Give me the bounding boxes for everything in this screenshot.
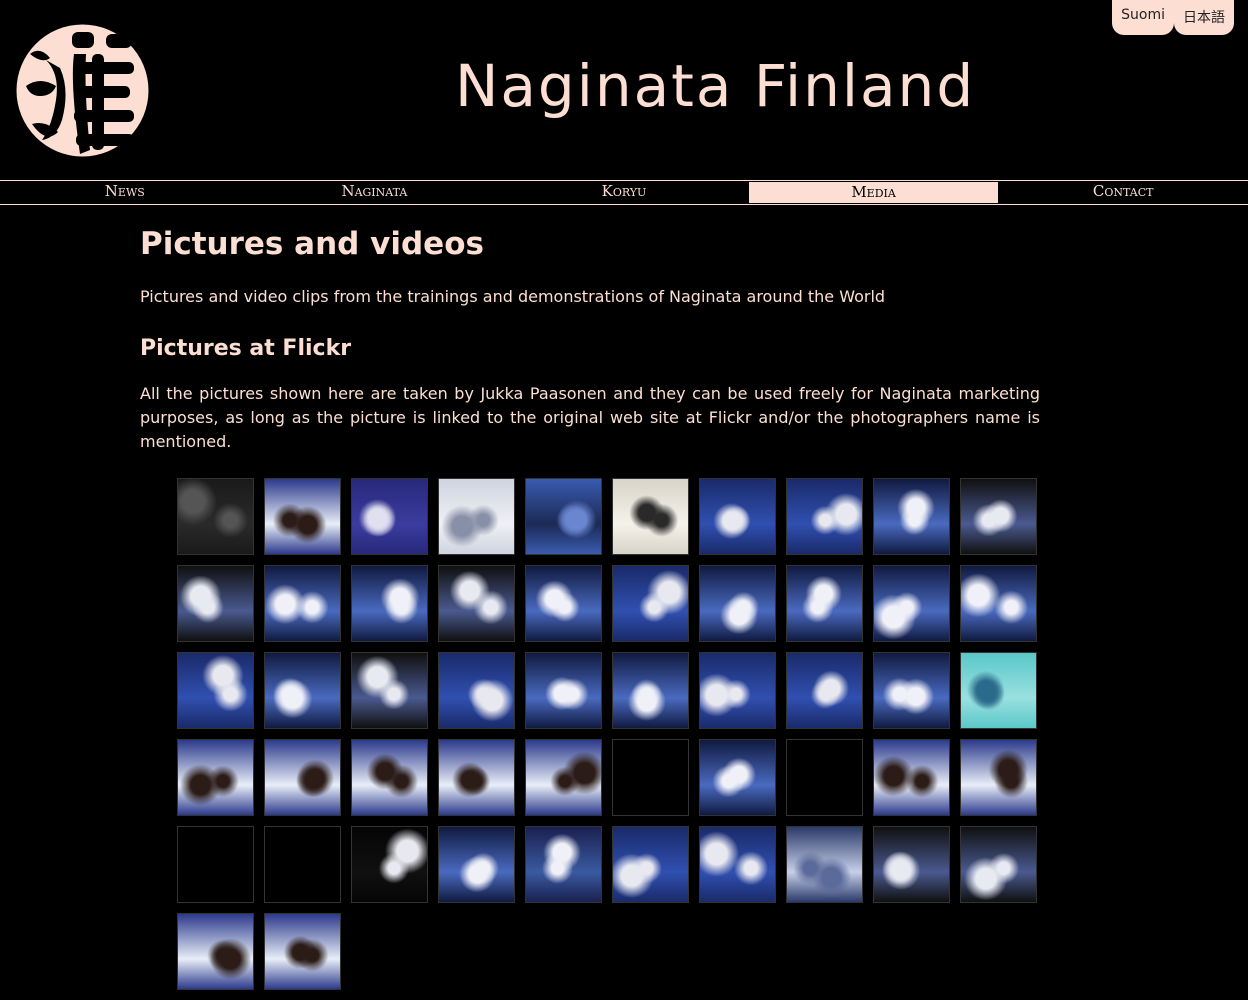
- gallery-thumbnail[interactable]: [264, 478, 341, 555]
- gallery-thumbnail[interactable]: [438, 478, 515, 555]
- gallery-thumbnail[interactable]: [612, 652, 689, 729]
- gallery-thumbnail[interactable]: [438, 739, 515, 816]
- gallery-thumbnail[interactable]: [699, 565, 776, 642]
- gallery-thumbnail[interactable]: [351, 565, 428, 642]
- gallery-thumbnail[interactable]: [177, 565, 254, 642]
- gallery-thumbnail[interactable]: [873, 565, 950, 642]
- gallery-thumbnail[interactable]: [525, 739, 602, 816]
- gallery-thumbnail[interactable]: [699, 478, 776, 555]
- site-logo[interactable]: [16, 24, 149, 157]
- gallery-thumbnail[interactable]: [177, 652, 254, 729]
- gallery-thumbnail[interactable]: [786, 652, 863, 729]
- gallery-thumbnail[interactable]: [699, 739, 776, 816]
- language-switcher: Suomi 日本語: [1112, 0, 1234, 35]
- gallery-thumbnail[interactable]: [960, 478, 1037, 555]
- gallery-thumbnail[interactable]: [786, 565, 863, 642]
- nav-news[interactable]: News: [0, 181, 250, 204]
- gallery-thumbnail[interactable]: [438, 826, 515, 903]
- gallery-thumbnail[interactable]: [960, 739, 1037, 816]
- gallery-thumbnail[interactable]: [873, 826, 950, 903]
- lang-finnish-link[interactable]: Suomi: [1112, 0, 1174, 35]
- main-navigation: News Naginata Koryu Media Contact: [0, 180, 1248, 205]
- gallery-thumbnail[interactable]: [264, 826, 341, 903]
- gallery-thumbnail[interactable]: [177, 478, 254, 555]
- gallery-thumbnail[interactable]: [873, 652, 950, 729]
- gallery-thumbnail[interactable]: [612, 478, 689, 555]
- gallery-thumbnail[interactable]: [873, 739, 950, 816]
- gallery-thumbnail[interactable]: [177, 826, 254, 903]
- gallery-thumbnail[interactable]: [786, 826, 863, 903]
- gallery-thumbnail[interactable]: [351, 826, 428, 903]
- nav-media[interactable]: Media: [748, 182, 999, 203]
- gallery-thumbnail[interactable]: [351, 739, 428, 816]
- gallery-thumbnail[interactable]: [438, 565, 515, 642]
- gallery-thumbnail[interactable]: [438, 652, 515, 729]
- nav-contact[interactable]: Contact: [998, 181, 1248, 204]
- gallery-thumbnail[interactable]: [786, 478, 863, 555]
- gallery-thumbnail[interactable]: [525, 478, 602, 555]
- gallery-thumbnail[interactable]: [177, 913, 254, 990]
- site-title: Naginata Finland: [455, 52, 976, 120]
- page-intro: Pictures and video clips from the traini…: [140, 287, 886, 306]
- lang-japanese-link[interactable]: 日本語: [1174, 0, 1234, 35]
- gallery-thumbnail[interactable]: [960, 826, 1037, 903]
- gallery-thumbnail[interactable]: [612, 826, 689, 903]
- gallery-thumbnail[interactable]: [525, 565, 602, 642]
- gallery-thumbnail[interactable]: [960, 565, 1037, 642]
- main-content: Pictures and videos Pictures and video c…: [140, 226, 1040, 454]
- gallery-thumbnail[interactable]: [264, 565, 341, 642]
- gallery-thumbnail[interactable]: [699, 652, 776, 729]
- gallery-thumbnail[interactable]: [525, 826, 602, 903]
- gallery-thumbnail[interactable]: [264, 652, 341, 729]
- flickr-heading: Pictures at Flickr: [140, 336, 352, 361]
- gallery-thumbnail[interactable]: [873, 478, 950, 555]
- nav-koryu[interactable]: Koryu: [499, 181, 749, 204]
- gallery-thumbnail[interactable]: [351, 652, 428, 729]
- gallery-thumbnail[interactable]: [960, 652, 1037, 729]
- nav-naginata[interactable]: Naginata: [250, 181, 500, 204]
- gallery-thumbnail[interactable]: [264, 739, 341, 816]
- page-title: Pictures and videos: [140, 226, 484, 262]
- gallery-thumbnail[interactable]: [264, 913, 341, 990]
- gallery-thumbnail[interactable]: [612, 739, 689, 816]
- gallery-thumbnail[interactable]: [177, 739, 254, 816]
- gallery-thumbnail[interactable]: [612, 565, 689, 642]
- gallery-thumbnail[interactable]: [699, 826, 776, 903]
- gallery-thumbnail[interactable]: [525, 652, 602, 729]
- photo-gallery: [177, 478, 1037, 990]
- gallery-thumbnail[interactable]: [786, 739, 863, 816]
- gallery-thumbnail[interactable]: [351, 478, 428, 555]
- flickr-credit-text: All the pictures shown here are taken by…: [140, 384, 1040, 451]
